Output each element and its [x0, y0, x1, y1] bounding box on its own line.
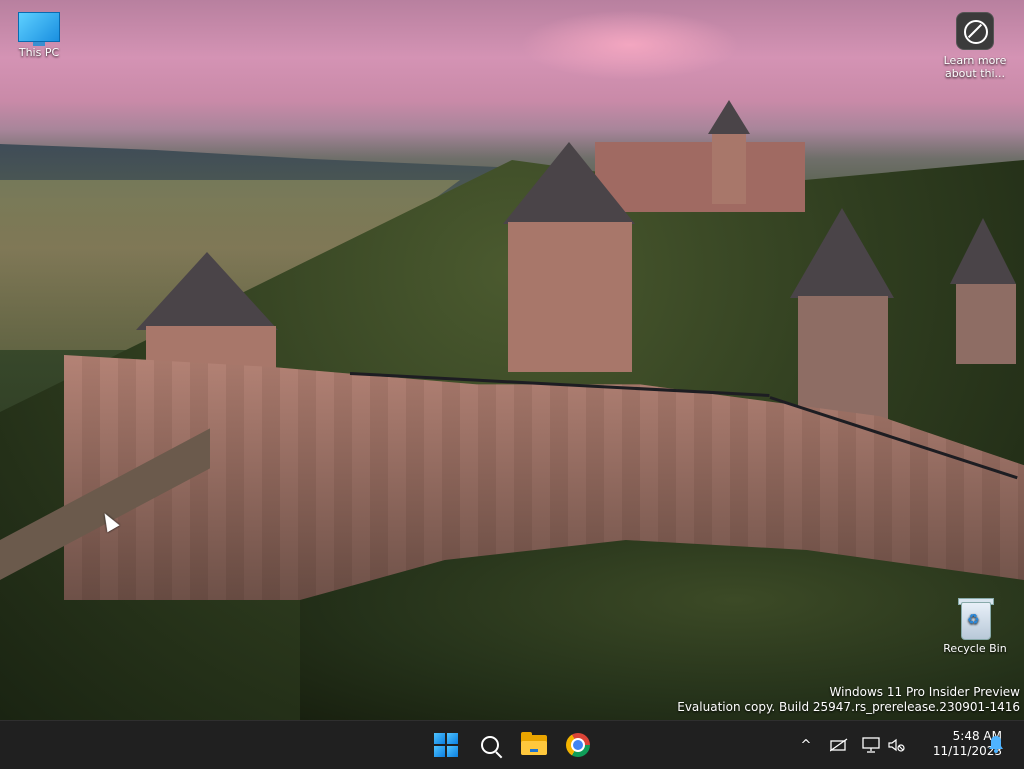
tray-network-button[interactable] — [826, 721, 852, 769]
network-disconnected-icon — [827, 733, 851, 757]
desktop[interactable]: This PC Learn more about thi... ♻ Recycl… — [0, 0, 1024, 720]
chrome-icon — [566, 733, 590, 757]
watermark-line-2: Evaluation copy. Build 25947.rs_prerelea… — [677, 700, 1020, 714]
wallpaper-far-tower — [956, 284, 1016, 364]
monitor-icon — [859, 733, 883, 757]
desktop-icon-label: Learn more about thi... — [943, 54, 1007, 80]
tray-display-button[interactable] — [858, 721, 884, 769]
wallpaper-sky — [520, 10, 740, 80]
windows-logo-icon — [434, 733, 458, 757]
notification-bell-icon[interactable] — [986, 735, 1006, 755]
recycle-bin-icon: ♻ — [958, 598, 994, 640]
chrome-button[interactable] — [560, 727, 596, 763]
desktop-icon-label: This PC — [18, 46, 60, 59]
wallpaper-gate-tower — [508, 222, 632, 372]
wallpaper-castle-spire-tower — [712, 134, 746, 204]
chevron-up-icon: ^ — [800, 737, 812, 753]
learn-more-icon — [956, 12, 994, 50]
desktop-icon-learn-more[interactable]: Learn more about thi... — [935, 12, 1015, 80]
evaluation-watermark: Windows 11 Pro Insider Preview Evaluatio… — [677, 685, 1020, 715]
watermark-line-1: Windows 11 Pro Insider Preview — [829, 685, 1020, 699]
desktop-icon-recycle-bin[interactable]: ♻ Recycle Bin — [935, 598, 1015, 655]
tray-overflow-button[interactable]: ^ — [794, 721, 818, 769]
tray-volume-button[interactable] — [884, 721, 908, 769]
wallpaper-castle-spire — [708, 100, 750, 134]
file-explorer-button[interactable] — [516, 727, 552, 763]
desktop-icon-label: Recycle Bin — [943, 642, 1007, 655]
folder-icon — [521, 732, 547, 755]
search-icon — [481, 736, 499, 754]
wallpaper-castle-keep — [595, 142, 805, 212]
computer-icon — [18, 12, 60, 46]
start-button[interactable] — [428, 727, 464, 763]
wallpaper-right-tower — [798, 296, 888, 426]
search-button[interactable] — [472, 727, 508, 763]
speaker-muted-icon — [884, 733, 908, 757]
taskbar: ^ 5:48 AM 11/11/2023 — [0, 720, 1024, 769]
desktop-icon-this-pc[interactable]: This PC — [0, 12, 79, 59]
